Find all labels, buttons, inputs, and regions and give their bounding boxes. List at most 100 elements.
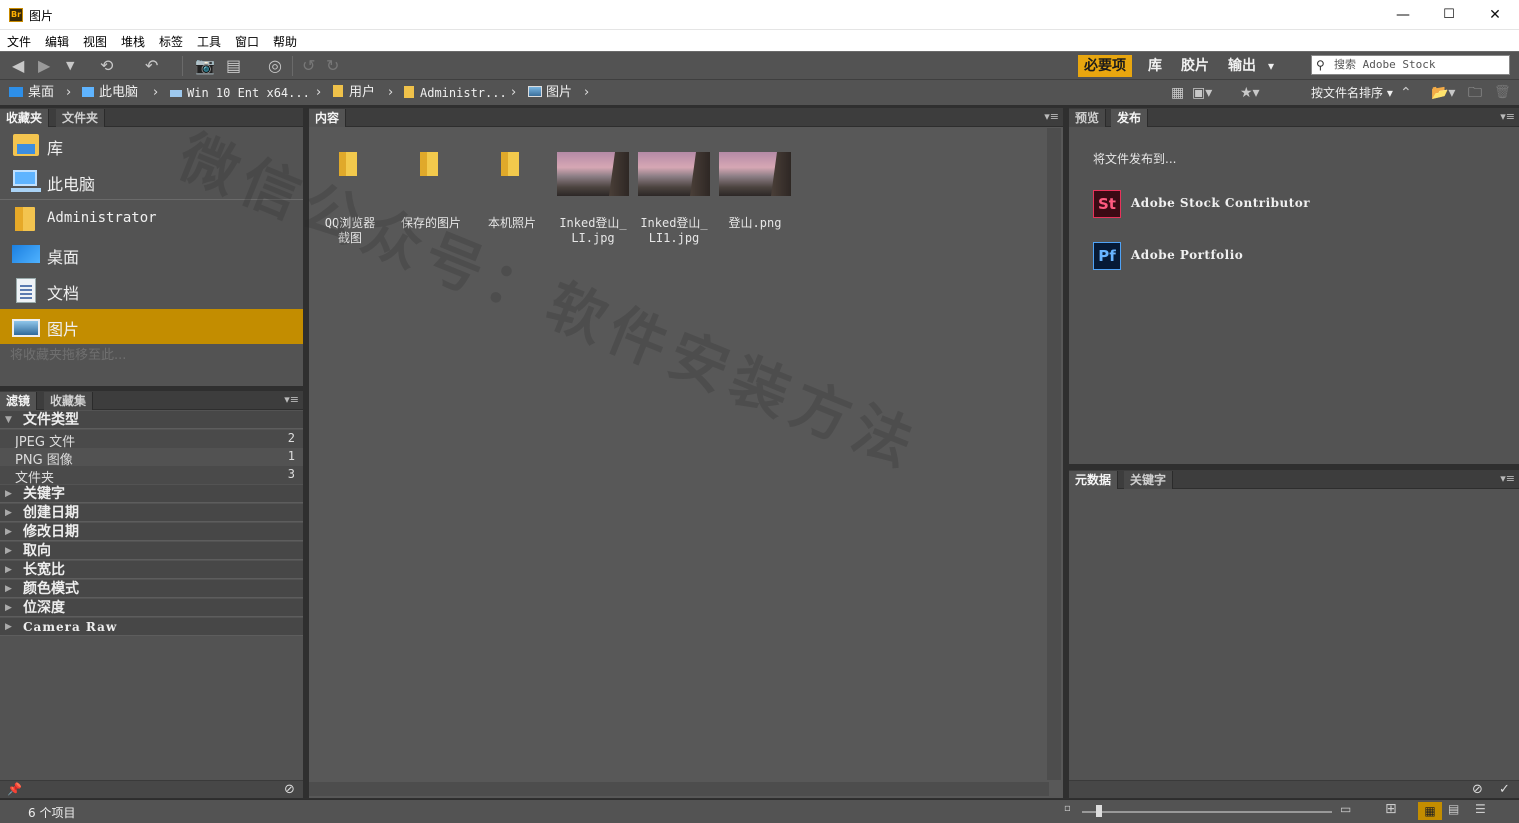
crumb-drive[interactable]: Win 10 Ent x64...	[170, 84, 310, 102]
crumb-this-pc[interactable]: 此电脑	[82, 84, 138, 102]
crumb-pictures[interactable]: 图片	[528, 84, 572, 102]
menu-view[interactable]: 视图	[83, 33, 107, 50]
tab-content[interactable]: 内容	[309, 109, 347, 127]
favorite-item-administrator[interactable]: Administrator	[0, 201, 303, 236]
rating-filter-star-icon[interactable]: ★▾	[1240, 83, 1260, 103]
publish-panel: 预览 发布 ▾≡ 将文件发布到...	[1069, 108, 1519, 464]
content-panel: 内容 ▾≡ QQ浏览器 截图 保存的图片 本机照片 Inked登山_ LI.jpg …	[309, 108, 1063, 798]
chevron-right-icon[interactable]: ›	[584, 84, 589, 102]
close-button[interactable]: ✕	[1472, 0, 1518, 30]
menu-stack[interactable]: 堆栈	[121, 33, 145, 50]
folder-icon	[404, 86, 414, 98]
back-arrow-icon[interactable]: ◀	[12, 56, 24, 76]
chevron-right-icon[interactable]: ›	[66, 84, 71, 102]
folder-icon	[420, 152, 440, 178]
tab-folders[interactable]: 文件夹	[56, 109, 106, 127]
workspace-filmstrip[interactable]: 胶片	[1175, 55, 1215, 77]
filter-section-color-mode[interactable]: ▶ 颜色模式	[0, 580, 303, 598]
favorite-item-desktop[interactable]: 桌面	[0, 237, 303, 272]
image-thumbnail	[557, 152, 629, 196]
chevron-right-icon[interactable]: ›	[316, 84, 321, 102]
menu-tools[interactable]: 工具	[197, 33, 221, 50]
workspace-essentials[interactable]: 必要项	[1078, 55, 1132, 77]
workspace-menu-chevron-icon[interactable]: ▾	[1262, 55, 1280, 77]
filter-section-file-type[interactable]: ▼ 文件类型	[0, 411, 303, 429]
menu-window[interactable]: 窗口	[235, 33, 259, 50]
chevron-right-icon[interactable]: ›	[388, 84, 393, 102]
refine-icon[interactable]: ▤	[226, 56, 241, 76]
vertical-scrollbar[interactable]	[1047, 128, 1061, 780]
camera-get-photos-icon[interactable]: 📷	[195, 56, 215, 76]
clear-filter-icon[interactable]: ⊘	[284, 782, 295, 797]
panel-menu-icon[interactable]: ▾≡	[1500, 472, 1515, 485]
view-list-icon[interactable]: ☰	[1475, 802, 1486, 816]
delete-trash-icon[interactable]: 🗑	[1494, 83, 1511, 103]
thumbnail-quality-icon[interactable]: ▦	[1171, 83, 1184, 103]
cancel-icon[interactable]: ⊘	[1472, 782, 1483, 797]
rotate-right-icon[interactable]: ↻	[326, 56, 339, 76]
thumbnail-size-slider[interactable]	[1082, 811, 1332, 813]
filter-section-date-modified[interactable]: ▶ 修改日期	[0, 523, 303, 541]
tab-preview[interactable]: 预览	[1069, 109, 1107, 127]
review-mode-icon[interactable]: ▣▾	[1192, 83, 1212, 103]
chevron-right-icon[interactable]: ›	[153, 84, 158, 102]
favorite-item-library[interactable]: 库	[0, 128, 303, 163]
collapsed-triangle-icon: ▶	[5, 546, 12, 556]
filter-section-orientation[interactable]: ▶ 取向	[0, 542, 303, 560]
larger-thumbnail-icon[interactable]: ▭	[1340, 802, 1351, 816]
filter-section-date-created[interactable]: ▶ 创建日期	[0, 504, 303, 522]
rotate-left-icon[interactable]: ↺	[302, 56, 315, 76]
favorite-item-pictures[interactable]: 图片	[0, 309, 303, 344]
tab-filter[interactable]: 滤镜	[0, 392, 38, 410]
open-recent-folder-icon[interactable]: 📂▾	[1431, 83, 1455, 103]
chevron-right-icon[interactable]: ›	[511, 84, 516, 102]
new-folder-icon[interactable]: 🗀	[1468, 83, 1482, 103]
filter-section-camera-raw[interactable]: ▶ Camera Raw	[0, 618, 303, 636]
lock-grid-icon[interactable]: ⊞	[1385, 801, 1397, 817]
favorite-item-documents[interactable]: 文档	[0, 273, 303, 308]
recent-dropdown-icon[interactable]: ▼	[66, 56, 74, 76]
panel-menu-icon[interactable]: ▾≡	[284, 393, 299, 406]
filter-item-folder[interactable]: 文件夹 3	[0, 466, 303, 486]
tab-publish[interactable]: 发布	[1111, 109, 1149, 127]
panel-menu-icon[interactable]: ▾≡	[1044, 110, 1059, 123]
menu-help[interactable]: 帮助	[273, 33, 297, 50]
smaller-thumbnail-icon[interactable]: ▫	[1064, 803, 1071, 814]
sort-ascending-icon[interactable]: ⌃	[1400, 83, 1412, 103]
panel-menu-icon[interactable]: ▾≡	[1500, 110, 1515, 123]
slider-thumb[interactable]	[1096, 805, 1102, 817]
filter-item-png[interactable]: PNG 图像 1	[0, 448, 303, 468]
apply-check-icon[interactable]: ✓	[1499, 782, 1510, 797]
favorite-item-this-pc[interactable]: 此电脑	[0, 164, 303, 199]
search-input[interactable]: ⚲ 搜索 Adobe Stock	[1311, 55, 1510, 75]
filter-section-keywords[interactable]: ▶ 关键字	[0, 485, 303, 503]
minimize-button[interactable]: —	[1380, 0, 1426, 30]
open-camera-raw-icon[interactable]: ◎	[268, 56, 282, 76]
tab-collections[interactable]: 收藏集	[44, 392, 94, 410]
horizontal-scrollbar[interactable]	[309, 782, 1049, 796]
crumb-users[interactable]: 用户	[333, 84, 375, 102]
reveal-recent-icon[interactable]: ⟲	[100, 56, 113, 76]
crumb-desktop[interactable]: 桌面	[9, 84, 54, 102]
tab-metadata[interactable]: 元数据	[1069, 471, 1119, 489]
menu-edit[interactable]: 编辑	[45, 33, 69, 50]
filter-item-jpeg[interactable]: JPEG 文件 2	[0, 430, 303, 450]
tab-keywords[interactable]: 关键字	[1124, 471, 1174, 489]
workspace-libraries[interactable]: 库	[1142, 55, 1168, 77]
view-thumbnails-icon[interactable]: ▦	[1418, 802, 1442, 820]
view-details-icon[interactable]: ▤	[1448, 802, 1459, 816]
menu-label[interactable]: 标签	[159, 33, 183, 50]
return-to-app-icon[interactable]: ↶	[145, 56, 158, 76]
workspace-output[interactable]: 输出	[1222, 55, 1262, 77]
forward-arrow-icon[interactable]: ▶	[38, 56, 50, 76]
pin-icon[interactable]: 📌	[7, 782, 22, 796]
crumb-administrator[interactable]: Administr...	[404, 84, 507, 102]
pictures-icon	[11, 313, 41, 339]
filter-section-aspect-ratio[interactable]: ▶ 长宽比	[0, 561, 303, 579]
adobe-portfolio-icon: Pf	[1093, 242, 1121, 270]
tab-favorites[interactable]: 收藏夹	[0, 109, 50, 127]
sort-by-filename-dropdown[interactable]: 按文件名排序 ▾	[1311, 84, 1393, 102]
filter-section-bit-depth[interactable]: ▶ 位深度	[0, 599, 303, 617]
menu-file[interactable]: 文件	[7, 33, 31, 50]
maximize-button[interactable]: ☐	[1426, 0, 1472, 30]
